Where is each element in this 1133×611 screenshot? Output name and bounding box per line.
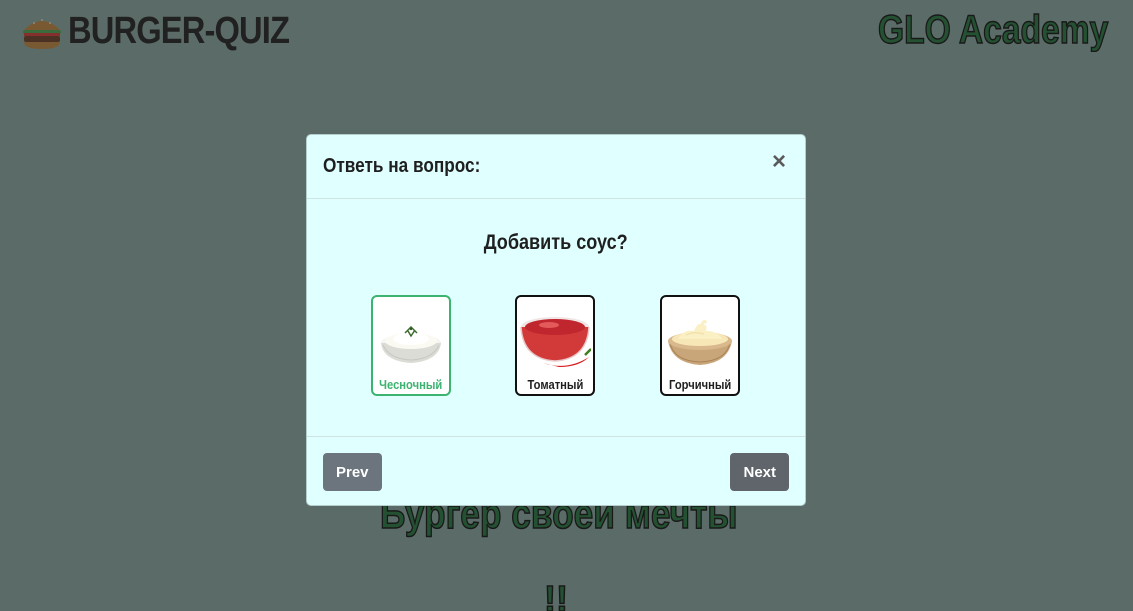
option-label: Горчичный (668, 377, 732, 392)
modal-body: Добавить соус? Чесночный Томатный Горчич… (307, 199, 805, 437)
option-label: Томатный (527, 377, 583, 392)
question-text: Добавить соус? (484, 231, 628, 254)
option-garlic[interactable]: Чесночный (371, 295, 451, 396)
modal-title: Ответь на вопрос: (323, 155, 481, 177)
mustard-sauce-icon (668, 319, 732, 365)
modal-header: Ответь на вопрос: × (307, 135, 805, 199)
tomato-sauce-icon (520, 317, 591, 367)
garlic-sauce-icon (381, 325, 441, 363)
option-tomato[interactable]: Томатный (515, 295, 595, 396)
next-button[interactable]: Next (730, 453, 789, 491)
modal-footer: Prev Next (307, 437, 805, 507)
prev-button[interactable]: Prev (323, 453, 382, 491)
close-button[interactable]: × (769, 149, 789, 175)
option-label: Чесночный (379, 377, 443, 392)
option-mustard[interactable]: Горчичный (660, 295, 740, 396)
quiz-modal: Ответь на вопрос: × Добавить соус? Чесно… (306, 134, 806, 506)
